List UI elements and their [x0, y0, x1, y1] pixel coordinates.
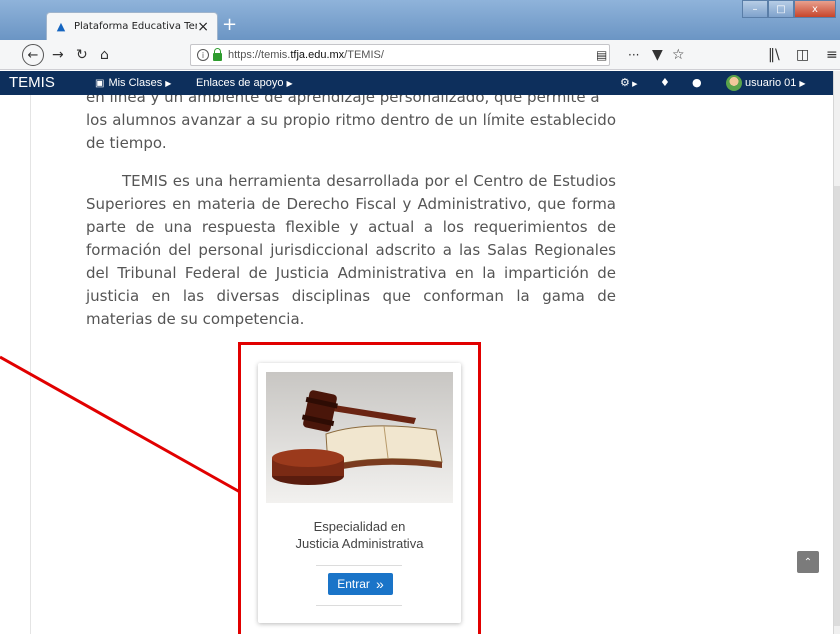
annotation-line	[0, 355, 241, 494]
scrollbar-thumb[interactable]	[834, 186, 840, 626]
scrollbar[interactable]	[833, 71, 840, 634]
back-to-top-button[interactable]: ⌃	[797, 551, 819, 573]
